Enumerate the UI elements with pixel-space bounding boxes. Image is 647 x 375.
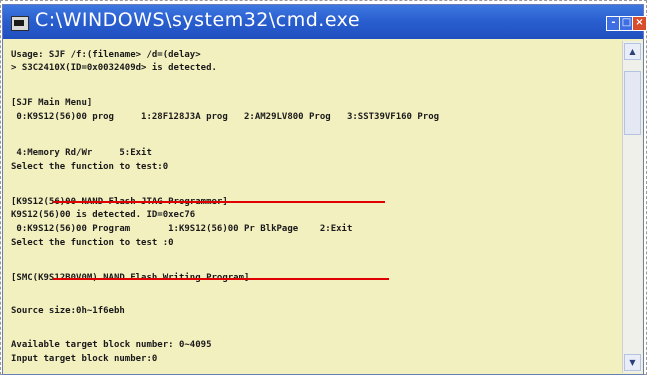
console-line: 0:K9S12(56)00 prog 1:28F128J3A prog 2:AM… bbox=[11, 112, 440, 122]
arrow-down-icon[interactable]: ▼ bbox=[624, 354, 641, 371]
console-line: Usage: SJF /f:(filename> /d=(delay> bbox=[11, 50, 201, 60]
console-line: Select the function to test :0 bbox=[11, 238, 174, 248]
console-line: K9S12(56)00 is detected. ID=0xec76 bbox=[11, 210, 196, 220]
console-line: 0:K9S12(56)00 Program 1:K9S12(56)00 Pr B… bbox=[11, 224, 353, 234]
red-strike-line bbox=[53, 278, 389, 280]
red-strike-line bbox=[53, 201, 385, 203]
console-output[interactable]: Usage: SJF /f:(filename> /d=(delay> > S3… bbox=[11, 43, 619, 373]
console-line: Input target block number:0 bbox=[11, 354, 158, 364]
console-line: > S3C2410X(ID=0x0032409d> is detected. bbox=[11, 63, 217, 73]
console-line: [SJF Main Menu] bbox=[11, 98, 93, 108]
title-bar[interactable]: C:\WINDOWS\system32\cmd.exe - □ × bbox=[3, 5, 647, 39]
console-line: Select the function to test:0 bbox=[11, 162, 169, 172]
console-icon[interactable] bbox=[11, 16, 29, 31]
scroll-thumb[interactable] bbox=[624, 71, 641, 135]
console-line: Available target block number: 0~4095 bbox=[11, 340, 212, 350]
arrow-up-icon[interactable]: ▲ bbox=[624, 43, 641, 60]
window-title: C:\WINDOWS\system32\cmd.exe bbox=[35, 9, 361, 31]
close-button[interactable]: × bbox=[632, 16, 647, 31]
cmd-window: C:\WINDOWS\system32\cmd.exe - □ × Usage:… bbox=[2, 4, 647, 375]
vertical-scrollbar[interactable]: ▲ ▼ bbox=[622, 41, 642, 373]
console-line: 4:Memory Rd/Wr 5:Exit bbox=[11, 148, 152, 158]
console-line: Source size:0h~1f6ebh bbox=[11, 306, 125, 316]
